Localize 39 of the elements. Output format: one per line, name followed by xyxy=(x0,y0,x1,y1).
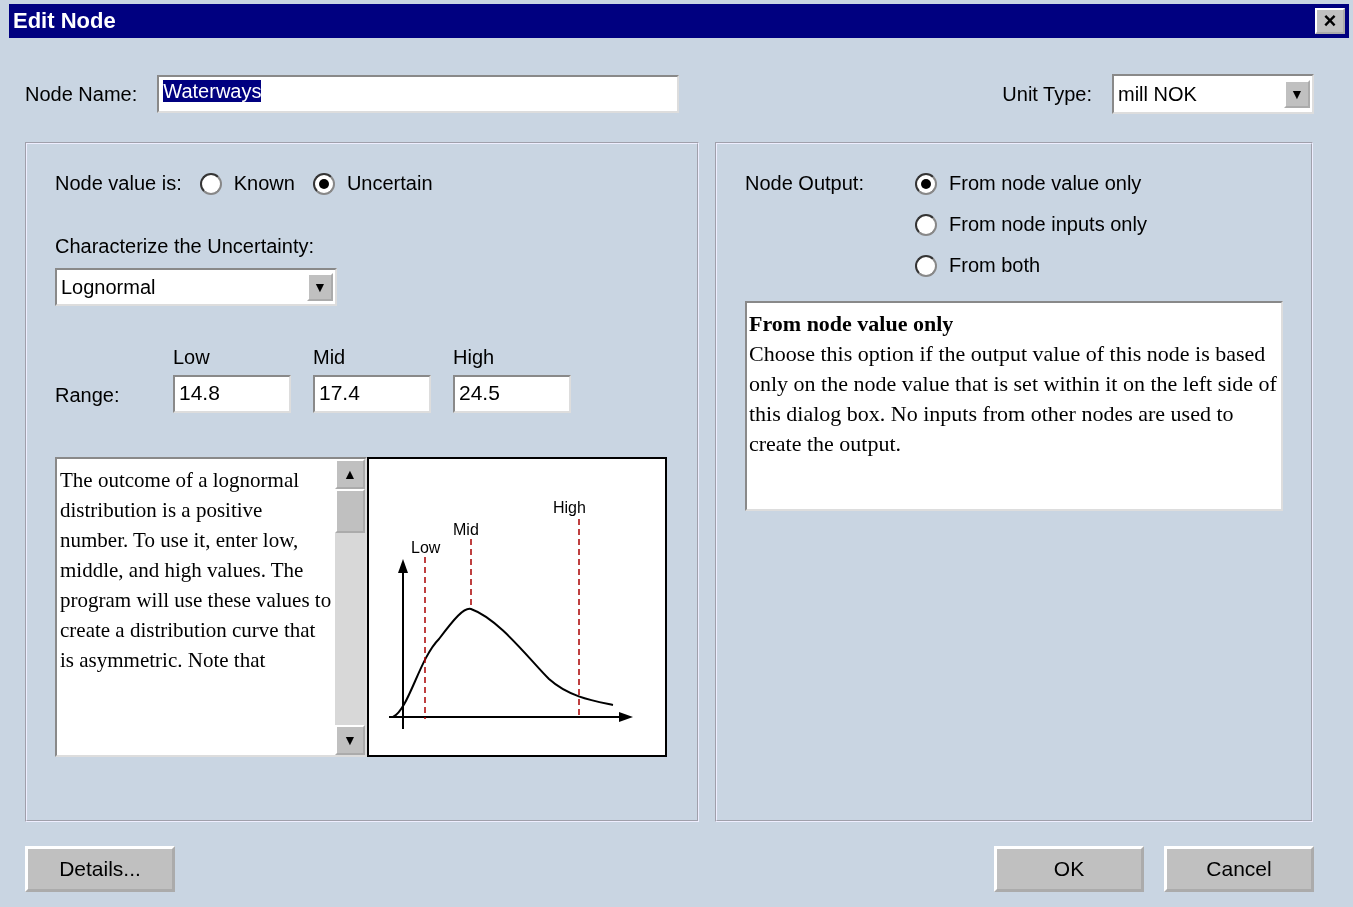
range-field-label: High xyxy=(453,346,496,369)
range-field-label: Low xyxy=(173,346,211,369)
radio-button[interactable] xyxy=(312,172,335,195)
scroll-up-button[interactable]: ▲ xyxy=(335,459,365,489)
range-field[interactable]: 17.4 xyxy=(313,375,431,413)
radio-label[interactable]: Uncertain xyxy=(346,172,433,195)
radio-button[interactable] xyxy=(915,213,937,236)
radio-button[interactable] xyxy=(915,172,937,195)
range-field-label: Mid xyxy=(313,346,347,369)
curve-label: Low xyxy=(411,539,441,556)
help-text: Choose this option if the output value of this node is based only on the node value that is set within it on the left side of this dialog box. No inputs from other nodes are used to create the output. xyxy=(749,340,1278,458)
characterize-label: Characterize the Uncertainty: xyxy=(55,235,315,258)
dialog-button[interactable]: OK xyxy=(994,846,1144,892)
node-value-label: Node value is: xyxy=(55,172,182,195)
unit-type-dropdown[interactable]: mill NOK ▼ xyxy=(1112,74,1314,114)
radio-label[interactable]: Known xyxy=(233,172,295,195)
distribution-dropdown[interactable]: Lognormal ▼ xyxy=(55,268,337,306)
node-output-label: Node Output: xyxy=(745,172,865,196)
radio-label[interactable]: From node value only xyxy=(949,172,1142,195)
radio-label[interactable]: From node inputs only xyxy=(949,213,1147,236)
radio-button[interactable] xyxy=(915,254,937,277)
node-name-field[interactable]: Waterways xyxy=(157,75,680,113)
description-text: The outcome of a lognormal distribution is a positive number. To use it, enter low, middle, and high values. The program will use these values to create a distribution curve that is asymmetric. Note that xyxy=(59,467,333,674)
dialog-button[interactable]: Cancel xyxy=(1164,846,1314,892)
help-title: From node value only xyxy=(749,310,955,338)
unit-type-label: Unit Type: xyxy=(1002,82,1092,106)
details-button[interactable]: Details... xyxy=(25,846,175,892)
range-label: Range: xyxy=(55,384,121,408)
scroll-thumb[interactable] xyxy=(335,489,365,533)
range-field[interactable]: 24.5 xyxy=(453,375,571,413)
curve-label: Mid xyxy=(453,521,479,538)
radio-button[interactable] xyxy=(199,172,222,195)
range-field[interactable]: 14.8 xyxy=(173,375,291,413)
close-button[interactable]: × xyxy=(1315,8,1345,34)
window-title: Edit Node xyxy=(13,8,116,34)
node-name-label: Node Name: xyxy=(25,82,138,106)
scroll-down-button[interactable]: ▼ xyxy=(335,725,365,755)
curve-label: High xyxy=(553,499,586,516)
radio-label[interactable]: From both xyxy=(949,254,1041,277)
